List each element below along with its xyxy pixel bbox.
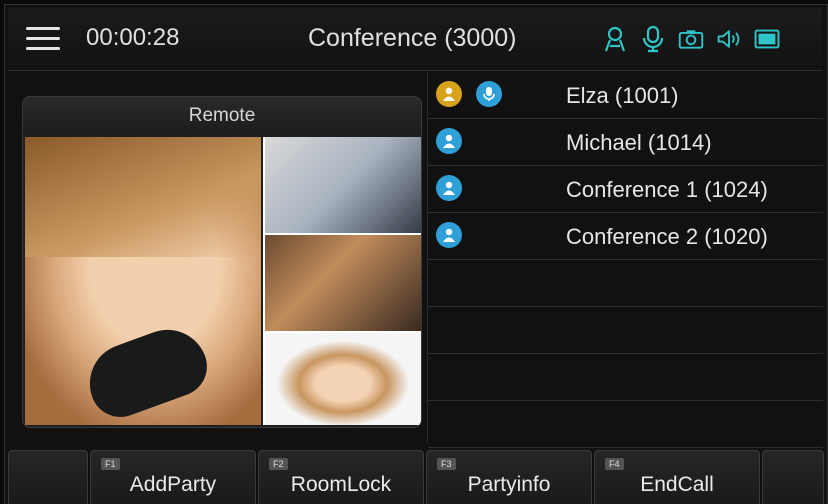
softkey-bar: F1 AddParty F2 RoomLock F3 Partyinfo F4 … <box>8 450 824 504</box>
top-bar: 00:00:28 Conference (3000) <box>8 8 822 71</box>
f3-key-label: F3 <box>437 458 456 470</box>
participant-row[interactable]: Elza (1001) <box>428 72 823 119</box>
participant-name: Conference 1 (1024) <box>566 177 768 202</box>
contacts-icon[interactable] <box>602 26 628 52</box>
empty-row <box>428 354 823 401</box>
softkey-blank-right <box>762 450 824 504</box>
microphone-icon <box>476 81 502 107</box>
softkey-label: AddParty <box>129 473 217 496</box>
party-info-button[interactable]: F3 Partyinfo <box>426 450 592 504</box>
participant-name: Michael (1014) <box>566 130 712 155</box>
participant-name: Conference 2 (1020) <box>566 224 768 249</box>
video-label: Remote <box>23 97 421 135</box>
call-timer: 00:00:28 <box>86 24 180 51</box>
video-thumbnail[interactable] <box>263 333 421 425</box>
participant-row[interactable]: Conference 1 (1024) <box>428 166 823 213</box>
user-icon <box>436 81 462 107</box>
f2-key-label: F2 <box>269 458 288 470</box>
menu-icon[interactable] <box>26 26 60 52</box>
empty-row <box>428 401 823 448</box>
call-title: Conference (3000) <box>308 24 517 52</box>
camera-icon[interactable] <box>678 26 704 52</box>
video-panel: Remote <box>22 96 422 428</box>
speaker-icon[interactable] <box>716 26 742 52</box>
video-thumbnail[interactable] <box>263 137 421 235</box>
room-lock-button[interactable]: F2 RoomLock <box>258 450 424 504</box>
video-thumbnail[interactable] <box>263 235 421 333</box>
user-icon <box>436 222 462 248</box>
f1-key-label: F1 <box>101 458 120 470</box>
add-party-button[interactable]: F1 AddParty <box>90 450 256 504</box>
user-icon <box>436 175 462 201</box>
empty-row <box>428 260 823 307</box>
participant-row[interactable]: Michael (1014) <box>428 119 823 166</box>
participant-list: Elza (1001) Michael (1014) Conference 1 … <box>427 72 823 448</box>
f4-key-label: F4 <box>605 458 624 470</box>
microphone-icon[interactable] <box>640 25 666 53</box>
softkey-label: EndCall <box>640 473 714 496</box>
status-icons <box>602 24 780 54</box>
empty-row <box>428 307 823 354</box>
participant-name: Elza (1001) <box>566 83 679 108</box>
participant-row[interactable]: Conference 2 (1020) <box>428 213 823 260</box>
screen-icon[interactable] <box>754 26 780 52</box>
remote-video-main[interactable] <box>25 137 261 426</box>
end-call-button[interactable]: F4 EndCall <box>594 450 760 504</box>
softkey-blank-left <box>8 450 88 504</box>
user-icon <box>436 128 462 154</box>
softkey-label: Partyinfo <box>467 473 551 496</box>
softkey-label: RoomLock <box>290 473 392 496</box>
